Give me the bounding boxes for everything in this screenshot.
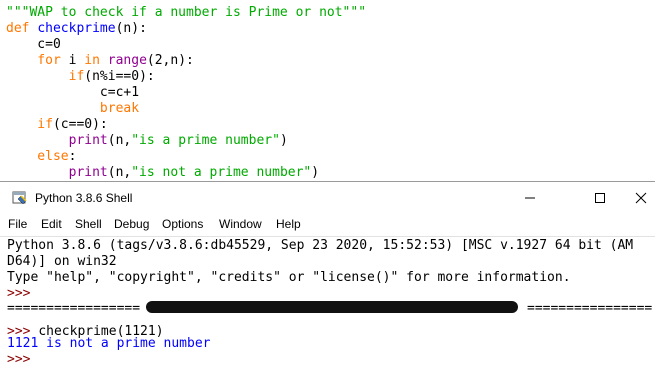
menu-bar: File Edit Shell Debug Options Window Hel… [0, 214, 655, 236]
code-token: (n%i==0): [84, 69, 155, 84]
code-line: if(n%i==0): [6, 69, 155, 85]
title-bar[interactable]: Python 3.8.6 Shell [0, 182, 655, 214]
code-token: (n, [107, 165, 132, 180]
code-token: c=c+1 [6, 85, 140, 100]
code-line: if(c==0): [6, 117, 108, 133]
code-token: print [6, 133, 108, 148]
code-token: else [6, 149, 69, 164]
restart-separator-right: ================ [527, 301, 653, 316]
shell-prompt: >>> [7, 352, 39, 367]
menu-debug[interactable]: Debug [114, 217, 149, 231]
menu-help[interactable]: Help [276, 217, 301, 231]
code-line: print(n,"is a prime number") [6, 133, 288, 149]
redaction-bar [146, 301, 518, 313]
code-line: break [6, 101, 139, 117]
code-token: : [68, 149, 77, 164]
shell-prompt: >>> [7, 286, 39, 301]
code-token: ) [279, 133, 288, 148]
minimize-button[interactable] [508, 186, 552, 210]
command-line: >>> checkprime(1121) [7, 320, 164, 339]
code-line: c=c+1 [6, 85, 139, 101]
code-token: (n): [115, 21, 147, 36]
python-shell-icon [12, 191, 27, 205]
close-icon [635, 192, 647, 204]
code-line: print(n,"is not a prime number") [6, 165, 319, 181]
code-token: "is a prime number" [131, 133, 280, 148]
code-token: for [6, 53, 69, 68]
code-token: checkprime [37, 21, 116, 36]
restart-separator-left: ================= [7, 301, 141, 316]
maximize-button[interactable] [578, 186, 622, 210]
code-line: for i in range(2,n): [6, 53, 194, 69]
menu-edit[interactable]: Edit [41, 217, 62, 231]
banner-line-3: Type "help", "copyright", "credits" or "… [7, 270, 571, 285]
code-line: c=0 [6, 37, 61, 53]
menu-options[interactable]: Options [162, 217, 203, 231]
code-token: i [68, 53, 85, 68]
code-token: range [107, 53, 147, 68]
code-token: def [6, 21, 38, 36]
code-line: def checkprime(n): [6, 21, 147, 37]
menu-window[interactable]: Window [219, 217, 262, 231]
banner-line-1: Python 3.8.6 (tags/v3.8.6:db45529, Sep 2… [7, 238, 634, 253]
menu-file[interactable]: File [8, 217, 27, 231]
code-token: "is not a prime number" [131, 165, 312, 180]
menu-shell[interactable]: Shell [75, 217, 102, 231]
code-token: if [6, 117, 53, 132]
minimize-icon [525, 197, 535, 199]
code-token: (n, [107, 133, 132, 148]
code-token: if [6, 69, 85, 84]
output-line: 1121 is not a prime number [7, 336, 211, 351]
code-token: in [84, 53, 108, 68]
code-line: else: [6, 149, 76, 165]
python-shell-window: Python 3.8.6 Shell File Edit Shell Debug… [0, 181, 655, 377]
code-line: """WAP to check if a number is Prime or … [6, 5, 366, 21]
code-token: (2,n): [146, 53, 194, 68]
editor-area[interactable]: """WAP to check if a number is Prime or … [0, 0, 655, 181]
maximize-icon [595, 193, 605, 203]
banner-line-2: D64)] on win32 [7, 254, 117, 269]
close-button[interactable] [626, 186, 655, 210]
code-token: print [6, 165, 108, 180]
shell-text-area[interactable]: Python 3.8.6 (tags/v3.8.6:db45529, Sep 2… [0, 236, 655, 378]
window-title: Python 3.8.6 Shell [35, 191, 133, 205]
code-token: c=0 [6, 37, 61, 52]
code-token: """WAP to check if a number is Prime or … [6, 5, 367, 20]
code-token: (c==0): [52, 117, 108, 132]
code-token: ) [311, 165, 320, 180]
code-token: break [6, 101, 140, 116]
